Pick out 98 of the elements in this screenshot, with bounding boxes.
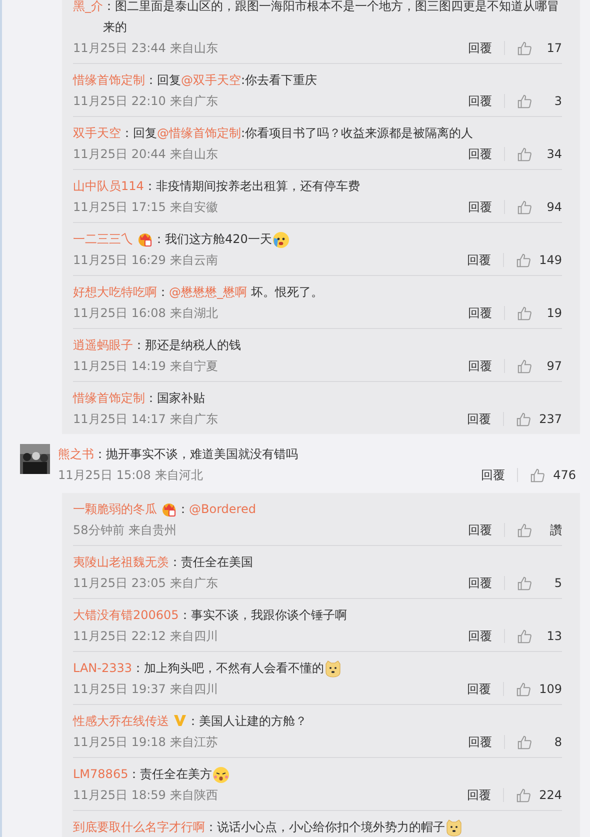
comment-text: ：说话小心点，小心给你扣个境外势力的帽子 [205,819,445,836]
comment-text: ：@懋懋懋_懋啊 坏。恨死了。 [157,284,323,301]
thumbs-up-icon [517,628,532,644]
thumbs-up-icon [530,468,546,482]
like-button[interactable]: 讚 [517,520,562,540]
reply-link[interactable]: 回覆 [468,732,492,752]
thumbs-up-icon [517,734,532,750]
location-text: 来自广东 [170,93,218,110]
reply-link[interactable]: 回覆 [468,356,492,376]
location-text: 来自陕西 [170,787,218,804]
dog-face-icon [324,660,342,678]
like-button[interactable]: 224 [516,785,562,805]
location-text: 来自宁夏 [170,358,218,375]
reply-link[interactable]: 回覆 [468,197,492,217]
location-text: 来自山东 [170,146,218,163]
like-button[interactable]: 19 [517,303,562,323]
comment-text: ：国家补贴 [145,390,205,407]
thumbs-up-icon [517,200,532,214]
thumbs-up-icon [516,788,532,802]
comment-text: ：图二里面是泰山区的，跟图一海阳市根本不是一个地方，图三图四更是不知道从哪冒来的 [103,0,560,36]
timestamp: 11月25日 14:19 [73,358,166,375]
like-button[interactable]: 17 [517,38,562,58]
like-button[interactable]: 34 [517,144,562,164]
timestamp: 11月25日 22:12 [73,628,166,645]
location-text: 来自云南 [170,252,218,269]
like-button[interactable]: 109 [516,679,562,699]
comment-text: ：事实不谈，我跟你谈个锤子啊 [178,607,347,624]
comment-text: ：那还是纳税人的钱 [133,337,241,354]
timestamp: 11月25日 18:59 [73,787,166,804]
timestamp: 11月25日 19:37 [73,681,166,698]
location-text: 来自山东 [170,40,218,57]
like-button[interactable]: 13 [517,626,562,646]
comment-text: ：非疫情期间按养老出租算，还有停车费 [144,178,360,195]
timestamp: 11月25日 22:10 [73,93,166,110]
reply-link[interactable]: 回覆 [467,785,492,805]
dog-face-icon [445,818,463,836]
location-text: 来自安徽 [170,199,218,216]
timestamp: 11月25日 17:15 [73,199,166,216]
timestamp: 11月25日 16:29 [73,252,166,269]
like-button[interactable]: 3 [517,91,562,111]
reply-link[interactable]: 回覆 [467,679,492,699]
thumbs-up-icon [516,682,532,696]
comment-text: ：责任全在美方 [128,766,212,783]
vip-badge-icon [173,713,187,727]
timestamp: 11月25日 23:05 [73,575,166,592]
timestamp: 58分钟前 [73,522,124,539]
thumbs-up-icon [517,576,532,590]
timestamp: 11月25日 14:17 [73,411,166,428]
reply-link[interactable]: 回覆 [481,465,506,485]
thumbs-up-icon [517,522,532,538]
timestamp: 11月25日 16:08 [73,305,166,322]
timestamp: 11月25日 15:08 [58,467,151,484]
comment-text: ：美国人让建的方舱？ [187,713,307,730]
crying-face-icon [272,230,290,248]
comment-text: ：责任全在美国 [169,554,253,571]
crown-badge-icon [137,231,153,247]
location-text: 来自湖北 [170,305,218,322]
location-text: 来自四川 [170,681,218,698]
reply-link[interactable]: 回覆 [468,303,492,323]
like-button[interactable]: 237 [516,409,562,429]
like-button[interactable]: 94 [517,197,562,217]
thumbs-up-icon [517,306,532,320]
thumbs-up-icon [517,146,532,162]
comment-text: ：回复@双手天空:你去看下重庆 [145,72,318,89]
reply-link[interactable]: 回覆 [468,38,492,58]
comment-text: ：我们这方舱420一天 [153,231,272,248]
thumbs-up-icon [517,358,532,374]
thumbs-up-icon [517,94,532,108]
reply-link[interactable]: 回覆 [468,91,492,111]
like-button[interactable]: 8 [517,732,562,752]
location-text: 来自江苏 [170,734,218,751]
location-text: 来自广东 [170,411,218,428]
like-button[interactable]: 5 [517,573,562,593]
reply-link[interactable]: 回覆 [468,573,492,593]
like-button[interactable]: 149 [516,250,562,270]
thumbs-up-icon [516,252,532,268]
reply-link[interactable]: 回覆 [468,626,492,646]
location-text: 来自四川 [170,628,218,645]
timestamp: 11月25日 19:18 [73,734,166,751]
reply-link[interactable]: 回覆 [467,250,492,270]
reply-link[interactable]: 回覆 [468,144,492,164]
crown-badge-icon [161,501,177,517]
location-text: 来自贵州 [128,522,176,539]
location-text: 来自河北 [154,467,203,484]
comment-text: ：加上狗头吧，不然有人会看不懂的 [132,660,324,677]
comment-text: ：@Bordered [177,501,256,518]
like-button[interactable]: 476 [530,465,576,485]
like-button[interactable]: 97 [517,356,562,376]
reply-link[interactable]: 回覆 [468,520,492,540]
timestamp: 11月25日 20:44 [73,146,166,163]
shocked-face-icon [212,766,230,784]
location-text: 来自广东 [170,575,218,592]
timestamp: 11月25日 23:44 [73,40,166,57]
reply-link[interactable]: 回覆 [467,409,492,429]
comment-text: ：回复@惜缘首饰定制:你看项目书了吗？收益来源都是被隔离的人 [121,125,474,142]
thumbs-up-icon [517,40,532,56]
thumbs-up-icon [516,412,532,426]
comment-text: ：抛开事实不谈，难道美国就没有错吗 [94,446,298,463]
